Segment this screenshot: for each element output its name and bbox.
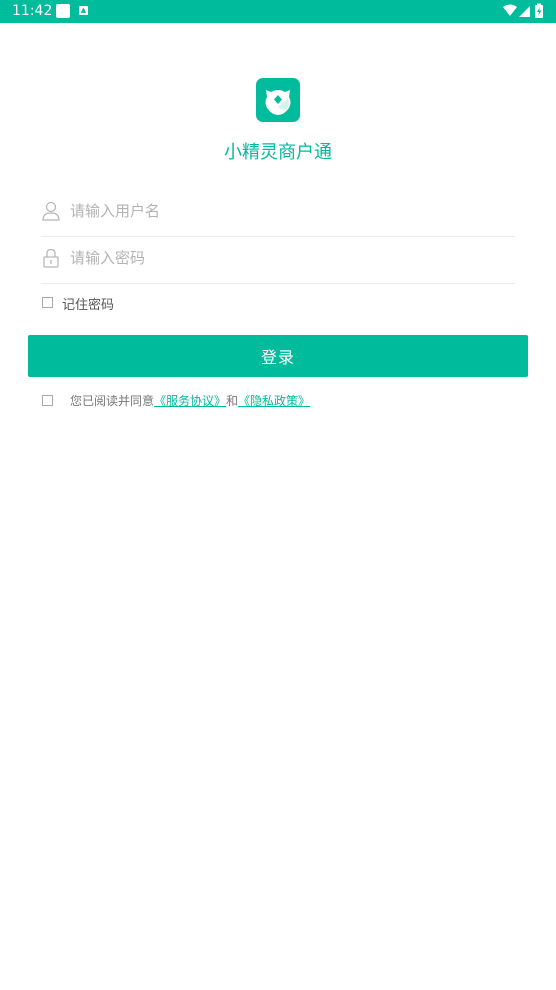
login-button[interactable]: 登录 xyxy=(28,335,528,377)
wifi-icon xyxy=(503,4,517,16)
status-time: 11:42 xyxy=(12,3,53,19)
notification-square-icon xyxy=(56,4,70,18)
username-field-row xyxy=(41,189,515,237)
status-bar: 11:42 ▲ xyxy=(0,0,556,23)
agreement-text: 您已阅读并同意《服务协议》和《隐私政策》 xyxy=(70,392,310,409)
password-input[interactable] xyxy=(70,244,510,272)
remember-password-checkbox[interactable] xyxy=(42,297,53,308)
remember-password-label[interactable]: 记住密码 xyxy=(62,294,114,313)
user-icon xyxy=(41,200,61,222)
password-field-row xyxy=(41,236,515,284)
privacy-policy-link[interactable]: 《隐私政策》 xyxy=(238,394,310,408)
lock-icon xyxy=(41,247,61,269)
status-indicators xyxy=(503,3,543,18)
a-notification-icon: ▲ xyxy=(79,6,88,15)
agreement-and: 和 xyxy=(226,394,239,408)
app-title: 小精灵商户通 xyxy=(224,142,332,163)
agreement-prefix: 您已阅读并同意 xyxy=(70,394,155,408)
username-input[interactable] xyxy=(70,197,510,225)
app-logo-icon xyxy=(256,78,300,122)
battery-charging-icon xyxy=(535,3,543,18)
service-agreement-link[interactable]: 《服务协议》 xyxy=(154,394,226,408)
agreement-checkbox[interactable] xyxy=(42,395,53,406)
cell-signal-icon xyxy=(519,6,530,17)
